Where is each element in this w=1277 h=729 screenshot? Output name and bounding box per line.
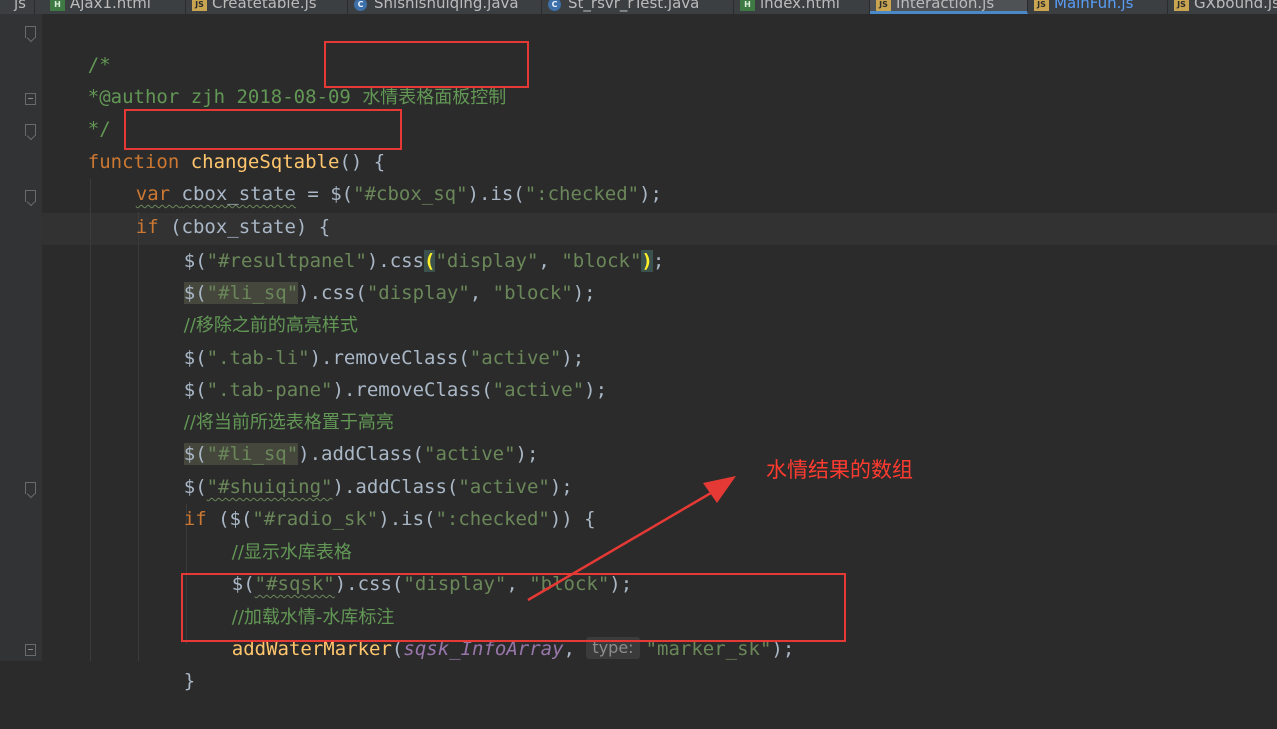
fold-toggle-icon[interactable] bbox=[25, 482, 36, 494]
tab-shishishuiqing-java[interactable]: C Shishishuiqing.java bbox=[348, 0, 542, 14]
tab-label: MainFun.js bbox=[1054, 0, 1134, 12]
string-literal: "active" bbox=[492, 379, 585, 401]
fold-end-icon[interactable] bbox=[25, 644, 36, 656]
java-class-icon: C bbox=[354, 0, 367, 11]
js-file-icon: JS bbox=[192, 0, 207, 11]
code-line: */ bbox=[42, 81, 111, 140]
tab-label: Interaction.js bbox=[896, 0, 995, 12]
tab-label: js bbox=[14, 0, 26, 12]
code-line: $("#li_sq").css("display", "block"); bbox=[138, 245, 596, 304]
fold-end-icon[interactable] bbox=[25, 93, 36, 105]
tab-label: GXbound.js bbox=[1194, 0, 1277, 12]
code-text: ).is( bbox=[378, 508, 436, 530]
fold-toggle-icon[interactable] bbox=[25, 124, 36, 136]
code-line: $(".tab-pane").removeClass("active"); bbox=[138, 342, 607, 401]
tab-createtable-js[interactable]: JS Createtable.js bbox=[186, 0, 348, 14]
tab-ajax1-html[interactable]: H Ajax1.html bbox=[44, 0, 186, 14]
code-text: , bbox=[469, 282, 493, 304]
code-text: ); bbox=[639, 183, 662, 205]
matched-bracket: ) bbox=[641, 250, 653, 272]
code-line: var cbox_state = $("#cbox_sq").is(":chec… bbox=[90, 146, 662, 205]
tab-st-rsvr-rtest-java[interactable]: C St_rsvr_rTest.java bbox=[542, 0, 734, 14]
code-line: $(".tab-li").removeClass("active"); bbox=[138, 310, 584, 369]
js-file-icon: JS bbox=[1174, 0, 1189, 11]
js-file-icon: JS bbox=[1034, 0, 1049, 11]
tab-label: Shishishuiqing.java bbox=[374, 0, 519, 12]
code-text: ); bbox=[584, 379, 608, 401]
html-file-icon: H bbox=[50, 0, 65, 11]
tab-gxbound-js[interactable]: JS GXbound.js bbox=[1168, 0, 1277, 14]
tab-js[interactable]: js bbox=[0, 0, 35, 14]
code-line: if ($("#radio_sk").is(":checked")) { bbox=[138, 471, 596, 530]
html-file-icon: H bbox=[740, 0, 755, 11]
doc-comment-title: 水情表格面板控制 bbox=[362, 87, 507, 108]
fold-toggle-icon[interactable] bbox=[25, 190, 36, 202]
string-literal: ":checked" bbox=[524, 183, 640, 205]
code-line: /* bbox=[42, 17, 111, 76]
string-literal: "block" bbox=[492, 282, 573, 304]
code-line: //显示水库表格 bbox=[186, 504, 352, 563]
code-line: $("#li_sq").addClass("active"); bbox=[138, 406, 538, 465]
string-literal: ":checked" bbox=[435, 508, 550, 530]
annotation-box-function bbox=[124, 109, 402, 150]
code-text: ); bbox=[572, 282, 596, 304]
tab-mainfun-js[interactable]: JS MainFun.js bbox=[1028, 0, 1168, 14]
tab-label: index.html bbox=[760, 0, 840, 12]
code-text: )) { bbox=[549, 508, 596, 530]
tab-interaction-js[interactable]: JS Interaction.js bbox=[870, 0, 1028, 14]
code-line: $("#resultpanel").css("display", "block"… bbox=[138, 213, 664, 272]
string-literal: "#cbox_sq" bbox=[353, 183, 468, 205]
code-text: } bbox=[183, 670, 196, 692]
code-line: $("#sqsk").css("display", "block"); bbox=[186, 536, 632, 595]
java-class-icon: C bbox=[548, 0, 561, 11]
tab-label: Createtable.js bbox=[212, 0, 317, 12]
doc-comment: *@author zjh 2018-08-09 bbox=[87, 86, 363, 108]
code-line: if (cbox_state) { bbox=[90, 179, 330, 238]
tab-label: Ajax1.html bbox=[70, 0, 151, 12]
code-line: $("#shuiqing").addClass("active"); bbox=[138, 439, 573, 498]
code-line: //将当前所选表格置于高亮 bbox=[138, 374, 394, 433]
fold-toggle-icon[interactable] bbox=[25, 26, 36, 38]
code-text: ; bbox=[652, 250, 665, 272]
annotation-box-call bbox=[181, 573, 846, 642]
tab-index-html[interactable]: H index.html bbox=[734, 0, 870, 14]
annotation-box-title bbox=[324, 41, 529, 88]
string-literal: "display" bbox=[366, 282, 470, 304]
code-line: //移除之前的高亮样式 bbox=[138, 277, 358, 336]
editor-tab-bar: js H Ajax1.html JS Createtable.js C Shis… bbox=[0, 0, 1277, 14]
tab-label: St_rsvr_rTest.java bbox=[568, 0, 700, 12]
editor-gutter bbox=[0, 14, 42, 661]
js-file-icon: JS bbox=[876, 0, 891, 11]
code-text: ).is( bbox=[467, 183, 525, 205]
annotation-label: 水情结果的数组 bbox=[766, 458, 913, 482]
